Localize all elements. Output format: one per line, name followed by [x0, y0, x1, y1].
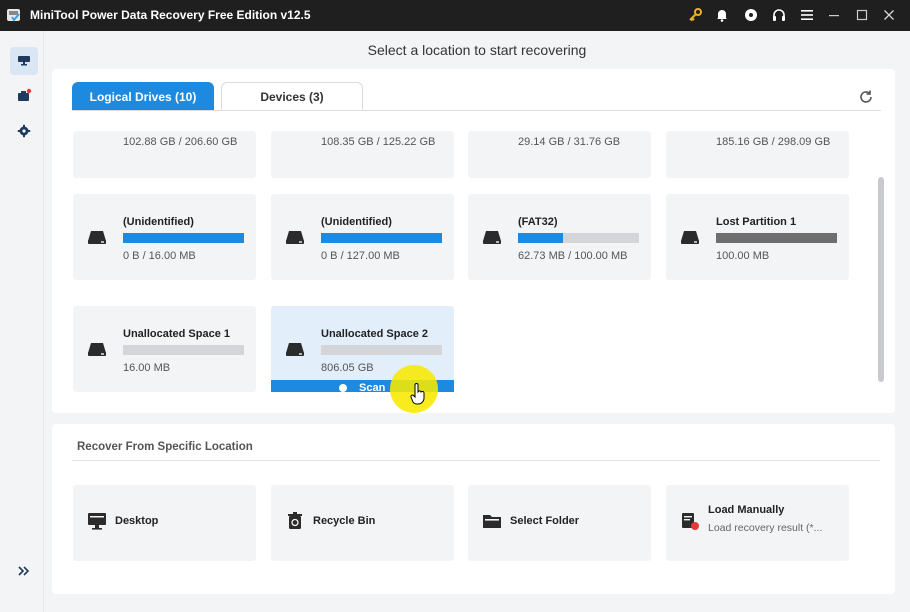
location-select-folder[interactable]: Select Folder: [468, 485, 651, 561]
disc-icon[interactable]: [743, 7, 759, 23]
usage-bar-fill: [518, 233, 563, 243]
scan-label: Scan: [359, 382, 386, 392]
usage-bar: [123, 345, 244, 355]
drive-scrollbar[interactable]: [878, 177, 884, 382]
hard-drive-icon: [88, 343, 106, 356]
drive-name: Unallocated Space 2: [321, 328, 428, 340]
drive-name: (Unidentified): [321, 216, 392, 228]
drive-size: 0 B / 127.00 MB: [321, 250, 400, 262]
drive-card[interactable]: Lost Partition 1 100.00 MB: [666, 194, 849, 280]
drive-card[interactable]: (Unidentified) 0 B / 16.00 MB: [73, 194, 256, 280]
tab-logical-drives[interactable]: Logical Drives (10): [72, 82, 214, 111]
drives-panel: Logical Drives (10) Devices (3) 102.88 G…: [52, 69, 895, 413]
hard-drive-icon: [681, 231, 699, 244]
bell-icon[interactable]: [714, 7, 730, 23]
load-icon: [682, 513, 699, 530]
app-logo-icon: [6, 7, 22, 23]
drive-list-icon: [18, 56, 30, 66]
drive-size: 100.00 MB: [716, 250, 770, 262]
location-label: Desktop: [115, 515, 159, 527]
sidebar-item-recovery[interactable]: [10, 47, 38, 75]
drive-size: 0 B / 16.00 MB: [123, 250, 196, 262]
drive-size: 806.05 GB: [321, 362, 374, 374]
location-label: Recycle Bin: [313, 515, 376, 527]
section-divider: [72, 460, 880, 461]
location-load-manually[interactable]: Load Manually Load recovery result (*...: [666, 485, 849, 561]
drive-card[interactable]: Unallocated Space 1 16.00 MB: [73, 306, 256, 392]
drive-card[interactable]: 185.16 GB / 298.09 GB: [666, 131, 849, 178]
key-icon[interactable]: [687, 7, 703, 23]
location-desktop[interactable]: Desktop: [73, 485, 256, 561]
usage-bar: [321, 345, 442, 355]
headset-icon[interactable]: [771, 7, 787, 23]
drive-card[interactable]: 108.35 GB / 125.22 GB: [271, 131, 454, 178]
title-bar: MiniTool Power Data Recovery Free Editio…: [0, 0, 910, 31]
recycle-bin-icon: [288, 512, 302, 529]
drive-name: Lost Partition 1: [716, 216, 797, 228]
hard-drive-icon: [286, 343, 304, 356]
drive-card[interactable]: (Unidentified) 0 B / 127.00 MB: [271, 194, 454, 280]
location-label: Load Manually: [708, 504, 785, 516]
drive-size: 62.73 MB / 100.00 MB: [518, 250, 628, 262]
scan-icon: [339, 384, 347, 392]
expand-sidebar-button[interactable]: [10, 557, 38, 585]
usage-bar: [123, 233, 244, 243]
tab-devices[interactable]: Devices (3): [221, 82, 363, 111]
hard-drive-icon: [483, 231, 501, 244]
hard-drive-icon: [88, 231, 106, 244]
drive-size: 16.00 MB: [123, 362, 171, 374]
drive-name: Unallocated Space 1: [123, 328, 230, 340]
location-sublabel: Load recovery result (*...: [708, 522, 823, 534]
hand-cursor-icon: [410, 383, 425, 405]
maximize-icon[interactable]: [854, 7, 870, 23]
drive-size: 29.14 GB / 31.76 GB: [518, 136, 621, 148]
menu-icon[interactable]: [799, 7, 815, 23]
drive-grid: 102.88 GB / 206.60 GB 108.35 GB / 125.22…: [52, 131, 895, 406]
tab-divider: [72, 110, 881, 111]
usage-bar: [321, 233, 442, 243]
drive-card[interactable]: 29.14 GB / 31.76 GB: [468, 131, 651, 178]
minimize-icon[interactable]: [826, 7, 842, 23]
usage-bar-fill: [123, 233, 244, 243]
usage-bar: [716, 233, 837, 243]
sidebar: [0, 31, 44, 612]
specific-location-panel: Recover From Specific Location Desktop R…: [52, 424, 895, 594]
usage-bar: [518, 233, 639, 243]
close-icon[interactable]: [881, 7, 897, 23]
drive-card[interactable]: 102.88 GB / 206.60 GB: [73, 131, 256, 178]
drive-card[interactable]: (FAT32) 62.73 MB / 100.00 MB: [468, 194, 651, 280]
window-title: MiniTool Power Data Recovery Free Editio…: [30, 8, 311, 22]
sidebar-item-settings[interactable]: [10, 117, 38, 145]
location-label: Select Folder: [510, 515, 580, 527]
drive-name: (FAT32): [518, 216, 558, 228]
double-chevron-icon: [18, 566, 30, 576]
location-recycle-bin[interactable]: Recycle Bin: [271, 485, 454, 561]
scrollbar-thumb[interactable]: [878, 177, 884, 382]
usage-bar-fill: [716, 233, 837, 243]
drive-size: 108.35 GB / 125.22 GB: [321, 136, 436, 148]
refresh-icon[interactable]: [858, 89, 874, 105]
folder-icon: [483, 515, 501, 528]
hard-drive-icon: [286, 231, 304, 244]
toolbox-icon: [18, 88, 32, 101]
desktop-icon: [88, 513, 106, 530]
gear-icon: [17, 124, 31, 138]
usage-bar-fill: [321, 233, 442, 243]
drive-size: 185.16 GB / 298.09 GB: [716, 136, 831, 148]
drive-name: (Unidentified): [123, 216, 194, 228]
section-title: Recover From Specific Location: [77, 441, 253, 453]
sidebar-item-toolkit[interactable]: [10, 82, 38, 110]
app-window: MiniTool Power Data Recovery Free Editio…: [0, 0, 910, 612]
page-title: Select a location to start recovering: [367, 42, 587, 58]
drive-size: 102.88 GB / 206.60 GB: [123, 136, 238, 148]
